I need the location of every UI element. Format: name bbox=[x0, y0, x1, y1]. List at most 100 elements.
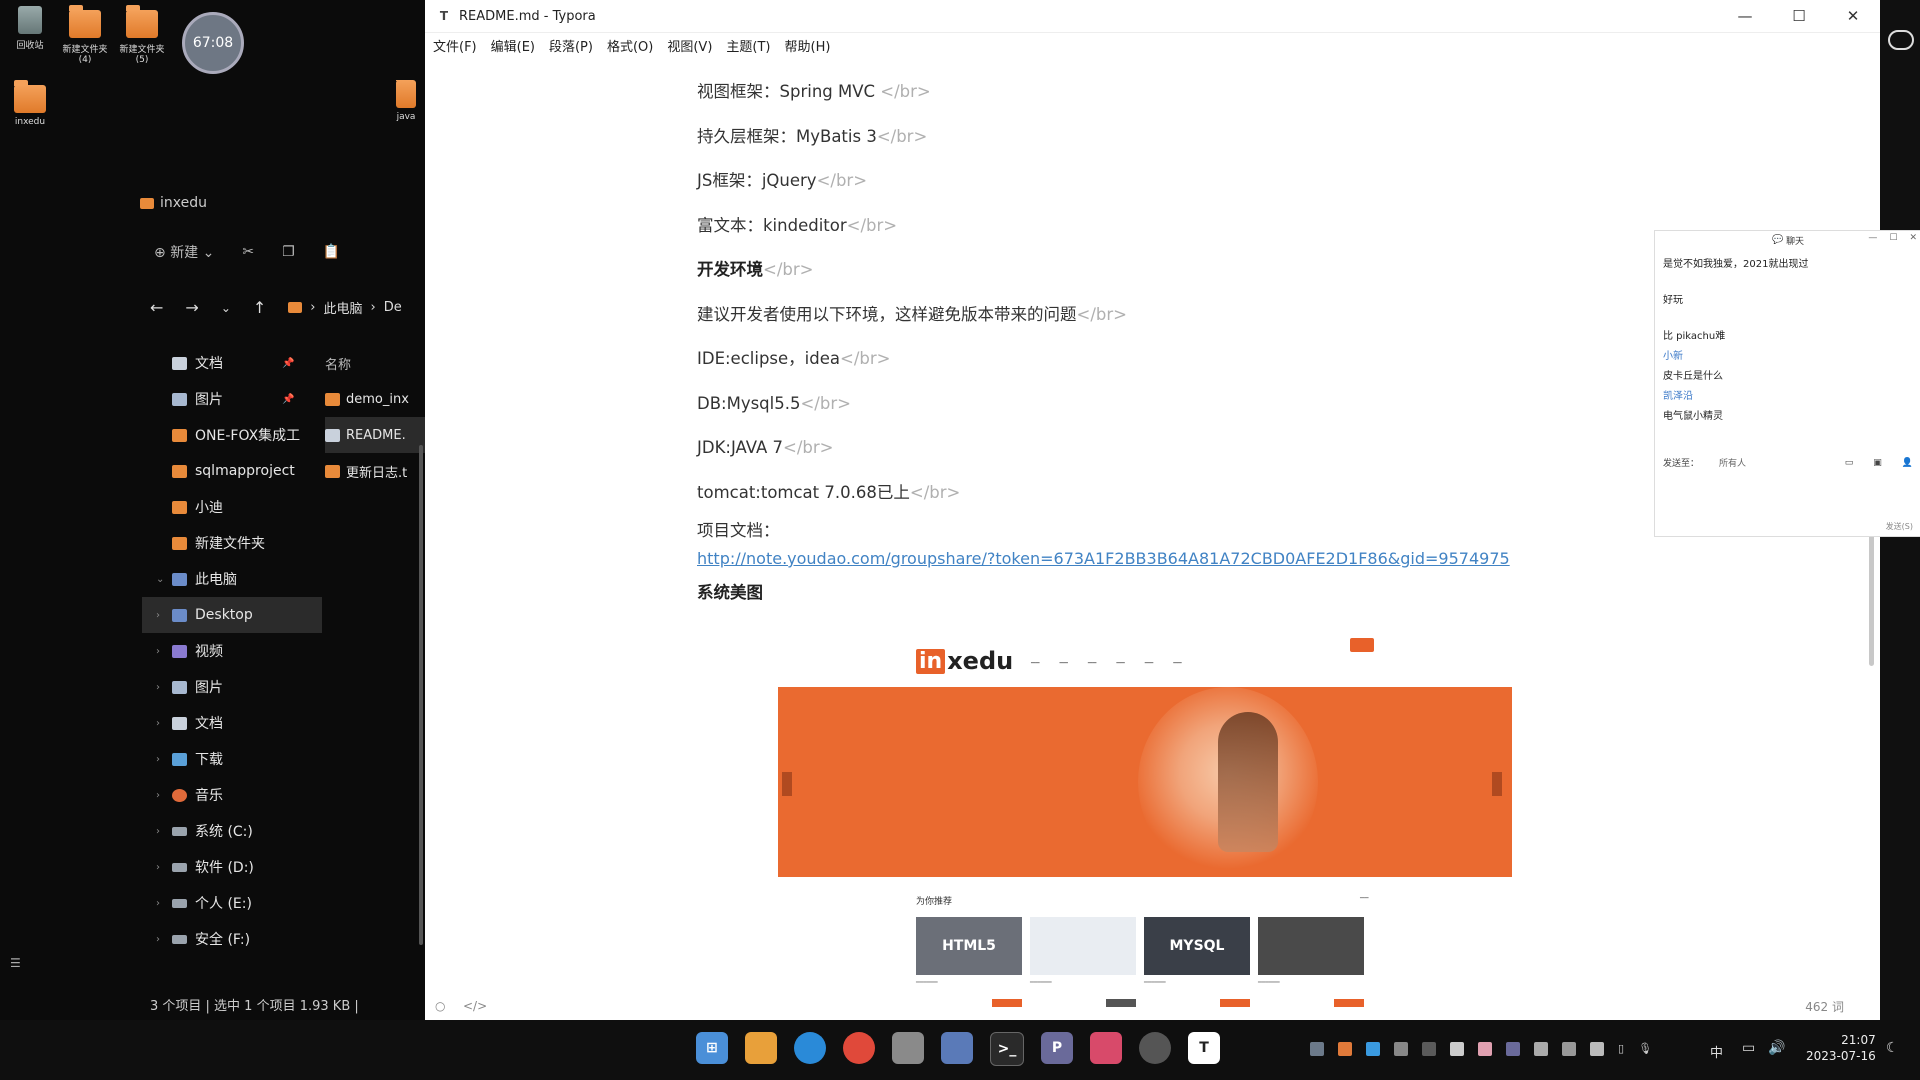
desktop-icon-folder-4[interactable]: 新建文件夹 (4) bbox=[55, 5, 115, 65]
doc-line[interactable]: tomcat:tomcat 7.0.68已上</br> bbox=[697, 475, 1597, 511]
scrollbar[interactable] bbox=[419, 445, 423, 945]
chrome-icon[interactable] bbox=[843, 1032, 875, 1064]
nav-item-pictures-pc[interactable]: › 图片 bbox=[142, 669, 422, 705]
close-button[interactable]: ✕ bbox=[1909, 233, 1917, 243]
breadcrumb-item[interactable]: 此电脑 bbox=[323, 298, 362, 317]
back-icon[interactable]: ← bbox=[150, 298, 163, 317]
breadcrumb[interactable]: › 此电脑 › De bbox=[288, 298, 402, 317]
idea-icon[interactable] bbox=[1090, 1032, 1122, 1064]
chevron-right-icon[interactable]: › bbox=[156, 934, 160, 945]
microphone-icon[interactable]: 🎙 bbox=[1638, 1042, 1652, 1056]
nav-item-drive-e[interactable]: › 个人 (E:) bbox=[142, 885, 422, 921]
tool-icon[interactable] bbox=[892, 1032, 924, 1064]
up-icon[interactable]: ↑ bbox=[253, 298, 266, 317]
cut-icon[interactable]: ✂ bbox=[242, 244, 254, 260]
chevron-right-icon[interactable]: › bbox=[156, 646, 160, 657]
nav-item-desktop[interactable]: › Desktop bbox=[142, 597, 322, 633]
nav-item-downloads[interactable]: › 下载 bbox=[142, 741, 422, 777]
doc-line[interactable]: 开发环境</br> bbox=[697, 252, 1597, 288]
terminal-icon[interactable]: >_ bbox=[990, 1032, 1024, 1066]
photos-icon[interactable] bbox=[941, 1032, 973, 1064]
typora-icon[interactable]: T bbox=[1188, 1032, 1220, 1064]
menu-view[interactable]: 视图(V) bbox=[667, 36, 712, 55]
phone-icon[interactable]: ▯ bbox=[1618, 1042, 1624, 1056]
desktop-icon-folder-5[interactable]: 新建文件夹 (5) bbox=[112, 5, 172, 65]
burp-icon[interactable] bbox=[1139, 1032, 1171, 1064]
screenshot-icon[interactable]: ▣ bbox=[1873, 458, 1882, 468]
chevron-down-icon[interactable]: ⌄ bbox=[221, 301, 231, 315]
word-count[interactable]: 462 词 bbox=[1805, 998, 1844, 1015]
menu-lines-icon[interactable]: ☰ bbox=[10, 956, 21, 970]
chevron-right-icon[interactable]: › bbox=[156, 718, 160, 729]
file-row[interactable]: README. bbox=[325, 417, 425, 453]
shield-icon[interactable] bbox=[1366, 1042, 1380, 1056]
p-app-icon[interactable]: P bbox=[1041, 1032, 1073, 1064]
chevron-right-icon[interactable]: › bbox=[156, 790, 160, 801]
nav-item-drive-d[interactable]: › 软件 (D:) bbox=[142, 849, 422, 885]
nav-item-videos[interactable]: › 视频 bbox=[142, 633, 422, 669]
tray-app-icon[interactable] bbox=[1310, 1042, 1324, 1056]
tray-app-icon[interactable] bbox=[1590, 1042, 1604, 1056]
nav-item-docs-pc[interactable]: › 文档 bbox=[142, 705, 422, 741]
clock[interactable]: 21:07 2023-07-16 bbox=[1806, 1032, 1876, 1064]
tray-app-icon[interactable] bbox=[1534, 1042, 1548, 1056]
tray-app-icon[interactable] bbox=[1394, 1042, 1408, 1056]
copy-icon[interactable]: ❐ bbox=[282, 244, 295, 260]
chevron-down-icon[interactable]: ⌄ bbox=[156, 574, 164, 585]
nav-item-this-pc[interactable]: ⌄ 此电脑 bbox=[142, 561, 422, 597]
cloud-icon[interactable] bbox=[1888, 30, 1914, 50]
doc-line[interactable]: IDE:eclipse，idea</br> bbox=[697, 341, 1597, 377]
tray-app-icon[interactable] bbox=[1562, 1042, 1576, 1056]
doc-line[interactable]: JDK:JAVA 7</br> bbox=[697, 430, 1597, 466]
desktop-icon-java[interactable]: java bbox=[388, 80, 424, 122]
menu-help[interactable]: 帮助(H) bbox=[785, 36, 831, 55]
column-header-name[interactable]: 名称 bbox=[325, 345, 425, 381]
chevron-right-icon[interactable]: › bbox=[156, 826, 160, 837]
menu-edit[interactable]: 编辑(E) bbox=[491, 36, 535, 55]
tray-app-icon[interactable] bbox=[1450, 1042, 1464, 1056]
gallery-heading[interactable]: 系统美图 bbox=[697, 575, 1597, 611]
doc-line[interactable]: 视图框架：Spring MVC </br> bbox=[697, 74, 1597, 110]
minimize-button[interactable]: — bbox=[1868, 233, 1877, 243]
nav-item-drive-f[interactable]: › 安全 (F:) bbox=[142, 921, 422, 957]
user-icon[interactable]: 👤 bbox=[1902, 458, 1913, 468]
nav-item-new-folder[interactable]: 新建文件夹 bbox=[142, 525, 422, 561]
file-icon[interactable]: ▭ bbox=[1845, 458, 1854, 468]
menu-paragraph[interactable]: 段落(P) bbox=[549, 36, 593, 55]
youdao-link[interactable]: http://note.youdao.com/groupshare/?token… bbox=[697, 549, 1510, 568]
file-row[interactable]: 更新日志.t bbox=[325, 453, 425, 489]
chevron-right-icon[interactable]: › bbox=[156, 754, 160, 765]
tray-app-icon[interactable] bbox=[1506, 1042, 1520, 1056]
doc-line[interactable]: 持久层框架：MyBatis 3</br> bbox=[697, 119, 1597, 155]
menu-theme[interactable]: 主题(T) bbox=[726, 36, 770, 55]
circle-icon[interactable]: ○ bbox=[435, 999, 445, 1013]
ime-indicator[interactable]: 中 bbox=[1710, 1042, 1723, 1061]
breadcrumb-item[interactable]: De bbox=[384, 300, 402, 315]
start-icon[interactable]: ⊞ bbox=[696, 1032, 728, 1064]
new-button[interactable]: ⊕ 新建 ⌄ bbox=[154, 242, 214, 262]
tray-app-icon[interactable] bbox=[1338, 1042, 1352, 1056]
doc-label[interactable]: 项目文档： bbox=[697, 519, 1597, 543]
nav-item-music[interactable]: › 音乐 bbox=[142, 777, 422, 813]
chevron-right-icon[interactable]: › bbox=[156, 610, 160, 621]
maximize-button[interactable]: ☐ bbox=[1772, 0, 1826, 32]
desktop-icon-inxedu[interactable]: inxedu bbox=[0, 80, 60, 127]
volume-icon[interactable]: 🔊 bbox=[1768, 1040, 1785, 1056]
minimize-button[interactable]: — bbox=[1718, 0, 1772, 32]
tray-app-icon[interactable] bbox=[1422, 1042, 1436, 1056]
chevron-right-icon[interactable]: › bbox=[156, 898, 160, 909]
file-row[interactable]: demo_inx bbox=[325, 381, 425, 417]
network-icon[interactable]: ▭ bbox=[1742, 1040, 1755, 1056]
doc-line[interactable]: 富文本：kindeditor</br> bbox=[697, 208, 1597, 244]
paste-icon[interactable]: 📋 bbox=[323, 244, 340, 260]
source-code-icon[interactable]: </> bbox=[463, 999, 487, 1013]
notification-icon[interactable]: ☾ bbox=[1886, 1040, 1899, 1056]
nav-item-xiaodi[interactable]: 小迪 bbox=[142, 489, 422, 525]
file-explorer-icon[interactable] bbox=[745, 1032, 777, 1064]
edge-icon[interactable] bbox=[794, 1032, 826, 1064]
menu-file[interactable]: 文件(F) bbox=[433, 36, 477, 55]
close-button[interactable]: ✕ bbox=[1826, 0, 1880, 32]
doc-line[interactable]: DB:Mysql5.5</br> bbox=[697, 386, 1597, 422]
nav-item-drive-c[interactable]: › 系统 (C:) bbox=[142, 813, 422, 849]
chevron-right-icon[interactable]: › bbox=[156, 862, 160, 873]
